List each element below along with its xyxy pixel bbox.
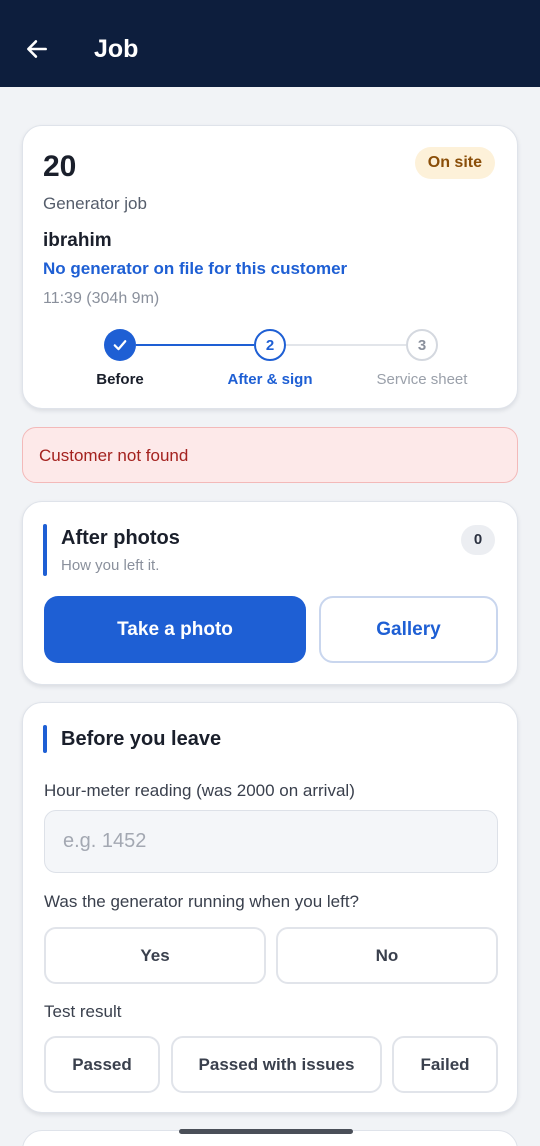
test-passed-button[interactable]: Passed <box>44 1036 160 1093</box>
checkmark-icon <box>113 340 127 351</box>
app-bar: Job <box>0 0 540 87</box>
step-connector-done <box>136 344 254 346</box>
step-2-label: After & sign <box>227 371 313 388</box>
progress-stepper: 2 3 Before After & sign Service sheet <box>23 329 519 399</box>
customer-name: ibrahim <box>43 230 112 251</box>
job-summary-card: 20 On site Generator job ibrahim No gene… <box>22 125 518 409</box>
page-title: Job <box>94 35 139 63</box>
section-accent-bar <box>43 725 47 753</box>
photo-count-badge: 0 <box>461 525 495 555</box>
arrow-left-icon <box>27 40 47 58</box>
before-you-leave-card: Before you leave Hour-meter reading (was… <box>22 702 518 1113</box>
take-photo-button[interactable]: Take a photo <box>44 596 306 663</box>
home-indicator[interactable] <box>179 1129 353 1134</box>
status-badge: On site <box>414 147 495 179</box>
step-2-circle: 2 <box>254 329 286 361</box>
alert-text: Customer not found <box>39 446 189 465</box>
running-no-button[interactable]: No <box>276 927 498 984</box>
after-photos-card: After photos How you left it. 0 Take a p… <box>22 501 518 685</box>
section-accent-bar <box>43 524 47 576</box>
section-title: Before you leave <box>61 728 222 750</box>
test-passed-with-issues-button[interactable]: Passed with issues <box>171 1036 382 1093</box>
job-type: Generator job <box>43 194 147 213</box>
test-failed-button[interactable]: Failed <box>392 1036 498 1093</box>
job-number: 20 <box>43 150 77 183</box>
running-yes-button[interactable]: Yes <box>44 927 266 984</box>
gallery-button[interactable]: Gallery <box>319 596 498 663</box>
error-alert: Customer not found <box>22 427 518 483</box>
step-3-circle: 3 <box>406 329 438 361</box>
step-1-label: Before <box>96 371 144 388</box>
step-connector-pending <box>286 344 406 346</box>
back-button[interactable] <box>20 32 54 66</box>
hour-meter-input[interactable] <box>44 810 498 873</box>
job-time: 11:39 (304h 9m) <box>43 290 160 307</box>
step-3-label: Service sheet <box>376 371 468 388</box>
step-1-circle <box>104 329 136 361</box>
section-subtitle: How you left it. <box>61 557 160 574</box>
generator-running-label: Was the generator running when you left? <box>44 892 360 911</box>
hour-meter-label: Hour-meter reading (was 2000 on arrival) <box>44 781 355 800</box>
section-title: After photos <box>61 527 180 549</box>
no-generator-link[interactable]: No generator on file for this customer <box>43 259 347 279</box>
test-result-label: Test result <box>44 1002 122 1021</box>
